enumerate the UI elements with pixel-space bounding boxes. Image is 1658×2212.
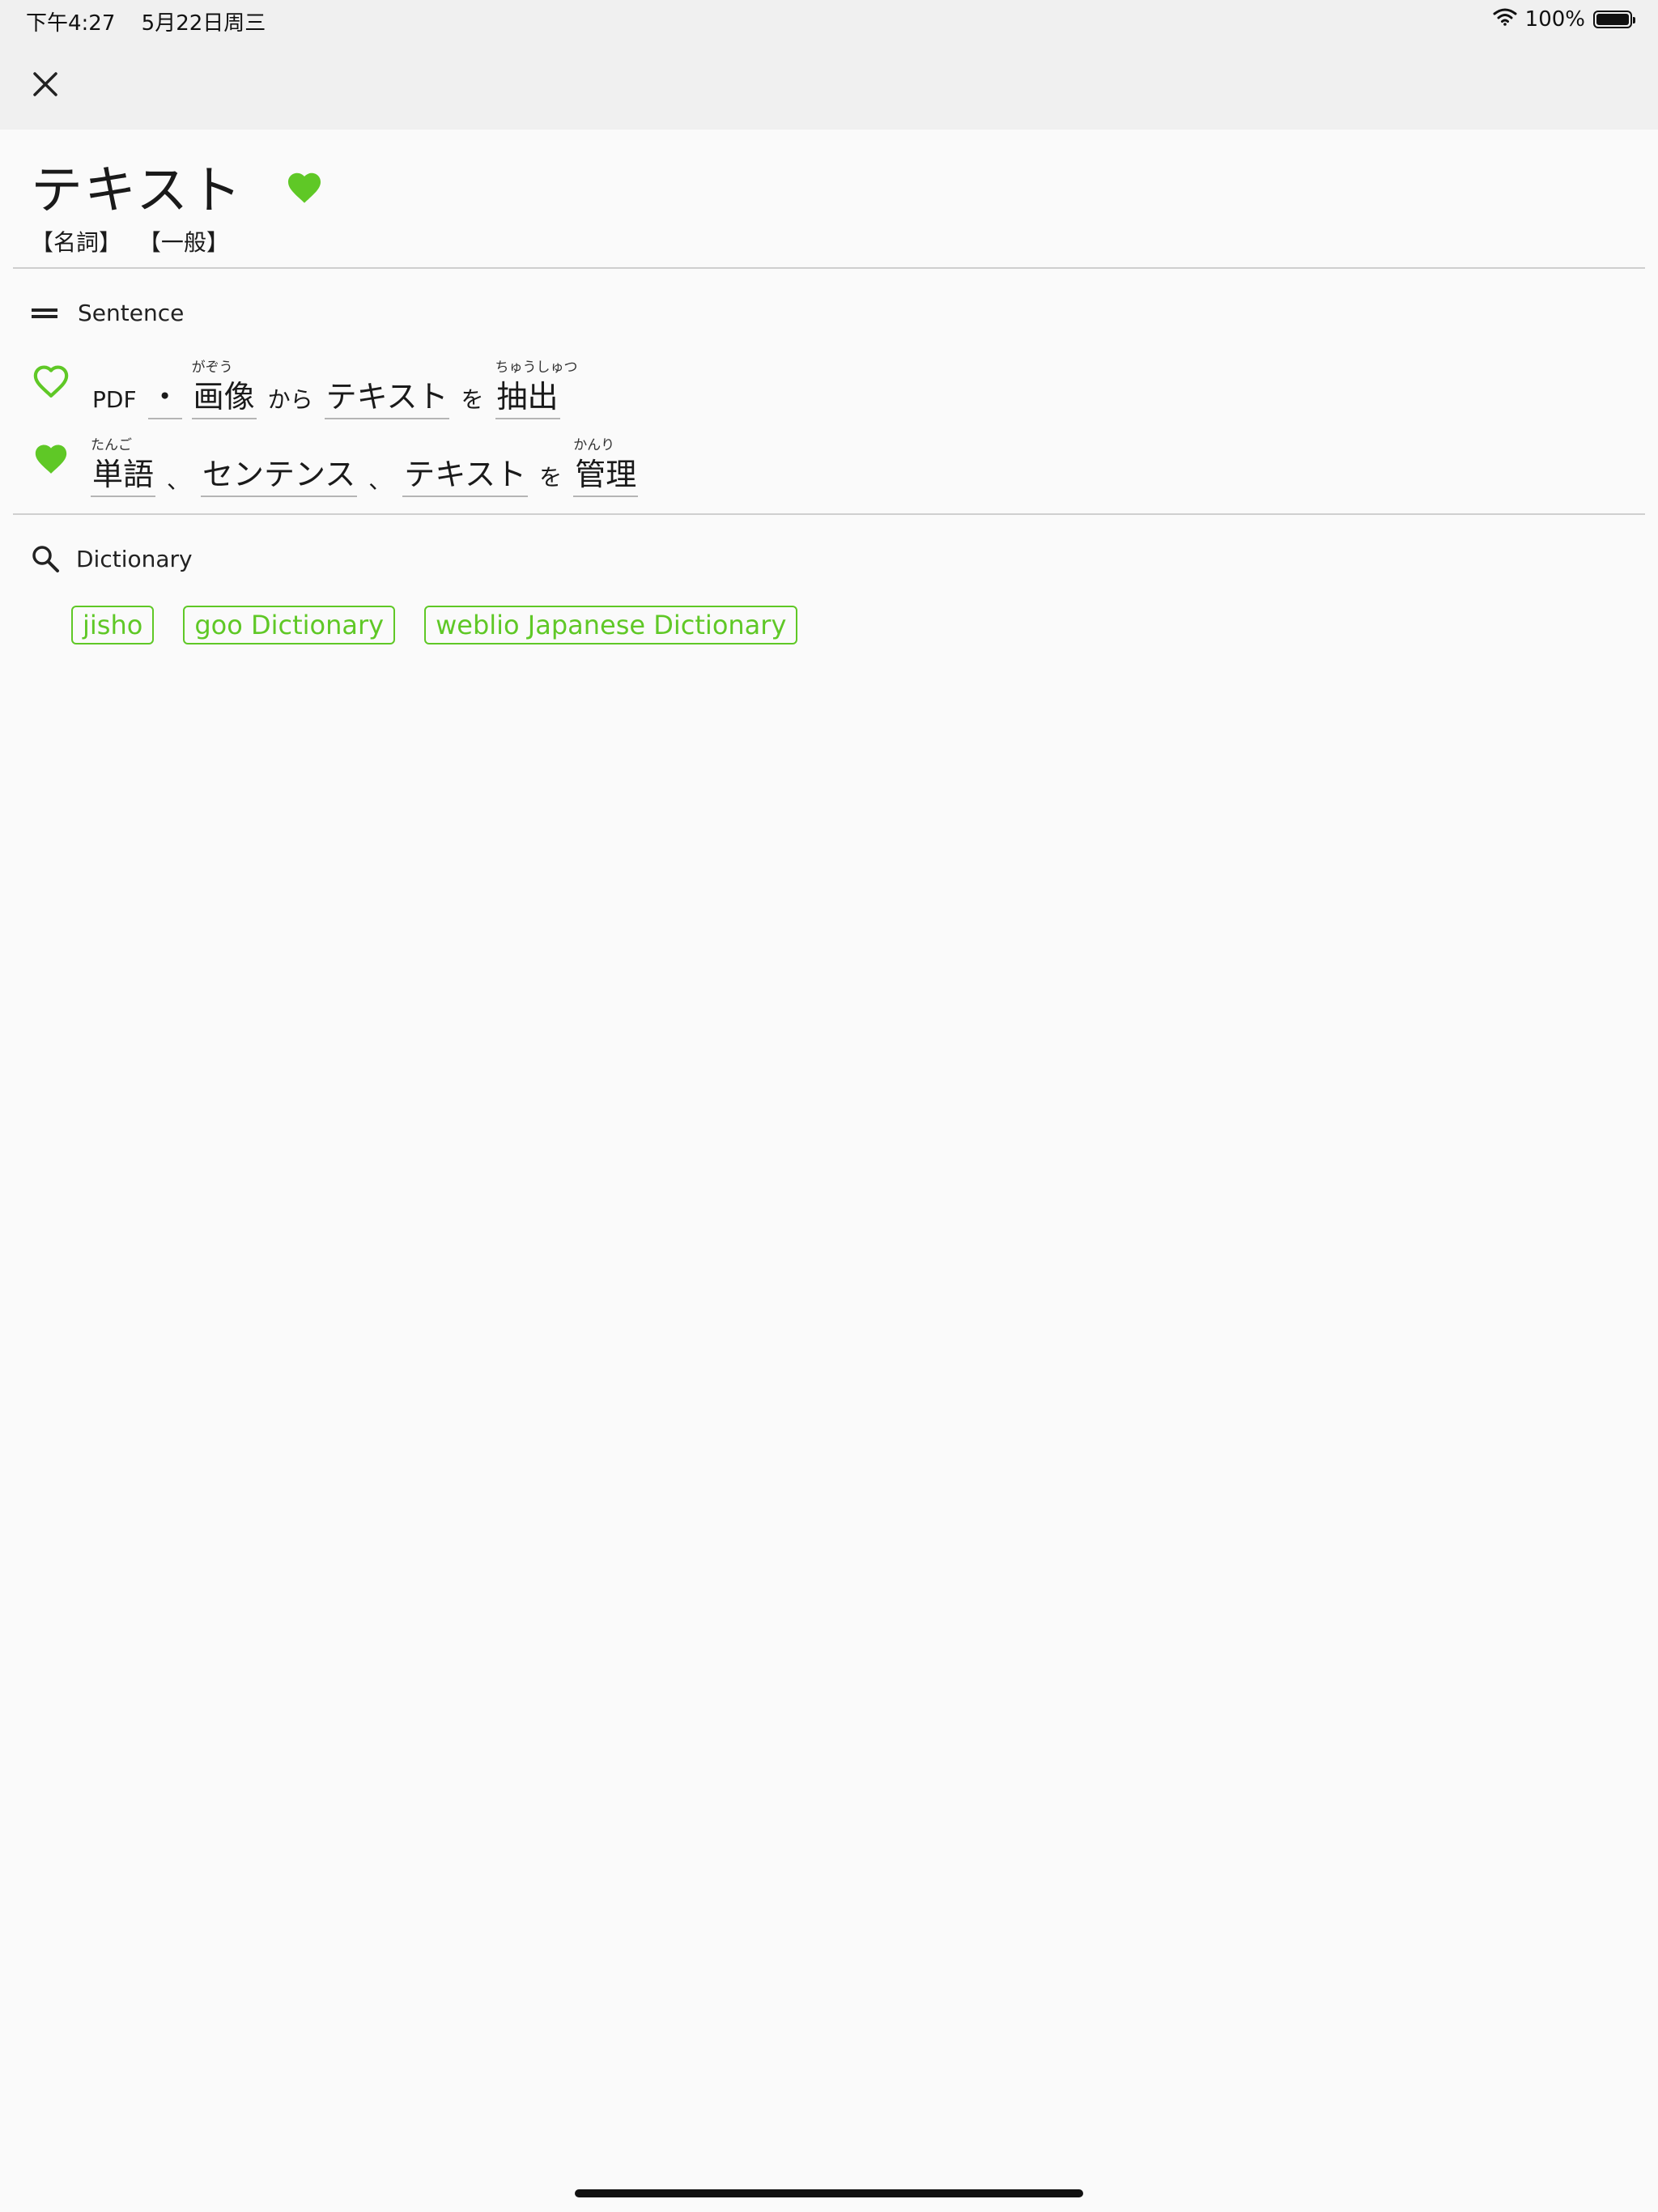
favorite-heart-icon[interactable] [285, 168, 324, 211]
token-text: 抽出 [495, 377, 560, 419]
divider [13, 267, 1645, 269]
furigana: ちゅうしゅつ [495, 359, 578, 376]
close-icon [33, 72, 57, 96]
wifi-icon [1493, 7, 1517, 32]
status-date: 5月22日周三 [141, 11, 266, 36]
sentence-word[interactable]: テキスト [324, 359, 450, 419]
dictionary-link-jisho[interactable]: jisho [71, 606, 155, 644]
token-text: から [267, 386, 313, 413]
token-text: 画像 [191, 377, 257, 419]
sentence-word[interactable]: ・ [147, 359, 182, 419]
pos-tag: 【一般】 [138, 229, 229, 256]
sentence-tokens: たんご 単語、センテンス、テキストをかんり 管理 [91, 432, 648, 497]
close-button[interactable] [23, 62, 68, 107]
home-indicator[interactable] [575, 2189, 1083, 2197]
dictionary-section-label: Dictionary [76, 545, 193, 572]
sentence-word[interactable]: テキスト [402, 437, 529, 497]
token-text: 、 [368, 467, 392, 494]
status-bar: 下午4:27 5月22日周三 100% [0, 0, 1658, 39]
sentence-favorite-icon[interactable] [32, 440, 70, 481]
sentence-text: 、 [165, 447, 191, 497]
token-text: テキスト [324, 377, 450, 419]
token-text: を [539, 464, 563, 491]
furigana: たんご [91, 437, 132, 453]
status-left: 下午4:27 5月22日周三 [26, 6, 266, 36]
token-text: ・ [147, 377, 182, 419]
sentence-text: PDF [91, 366, 138, 419]
battery-icon [1593, 11, 1635, 28]
sentence-word[interactable]: センテンス [201, 437, 358, 497]
sentence-word[interactable]: がぞう 画像 [191, 359, 257, 419]
word-row: テキスト [31, 159, 324, 223]
sentence-word[interactable]: かんり 管理 [573, 437, 639, 497]
token-text: 単語 [91, 455, 156, 497]
dictionary-links: jisho goo Dictionary weblio Japanese Dic… [71, 606, 798, 644]
search-icon [32, 546, 59, 572]
dictionary-link-goo[interactable]: goo Dictionary [183, 606, 396, 644]
battery-percent: 100% [1524, 7, 1585, 32]
token-text: を [461, 386, 484, 413]
sentence-favorite-icon[interactable] [32, 363, 70, 403]
dictionary-section-header: Dictionary [31, 544, 193, 573]
entry-word: テキスト [31, 161, 244, 221]
sentence-tokens: PDF ・がぞう 画像 から テキストをちゅうしゅつ 抽出 [91, 355, 588, 419]
token-text: 、 [167, 467, 190, 494]
divider [13, 513, 1645, 515]
sentence-word[interactable]: ちゅうしゅつ 抽出 [495, 359, 578, 419]
pos-tag: 【名詞】 [31, 229, 122, 256]
furigana: がぞう [191, 359, 233, 376]
sentence-word[interactable]: たんご 単語 [91, 437, 156, 497]
battery-fill [1596, 14, 1629, 25]
top-bar: 下午4:27 5月22日周三 100% [0, 0, 1658, 130]
dictionary-link-weblio[interactable]: weblio Japanese Dictionary [424, 606, 798, 644]
token-text: 管理 [573, 455, 639, 497]
equals-icon [32, 308, 57, 318]
sentence-text: を [538, 444, 563, 497]
sentence-section-label: Sentence [78, 300, 185, 326]
part-of-speech: 【名詞】 【一般】 [31, 225, 324, 257]
sentence-text: を [459, 366, 485, 419]
status-time: 下午4:27 [26, 11, 116, 36]
sentence-section-header: Sentence [31, 300, 184, 326]
token-text: センテンス [201, 455, 358, 497]
sentence-text: から [266, 366, 315, 419]
sentence-text: 、 [367, 447, 393, 497]
token-text: PDF [92, 386, 137, 413]
entry-header: テキスト 【名詞】 【一般】 [31, 159, 324, 257]
status-right: 100% [1493, 5, 1635, 34]
furigana: かんり [573, 437, 615, 453]
token-text: テキスト [402, 455, 529, 497]
